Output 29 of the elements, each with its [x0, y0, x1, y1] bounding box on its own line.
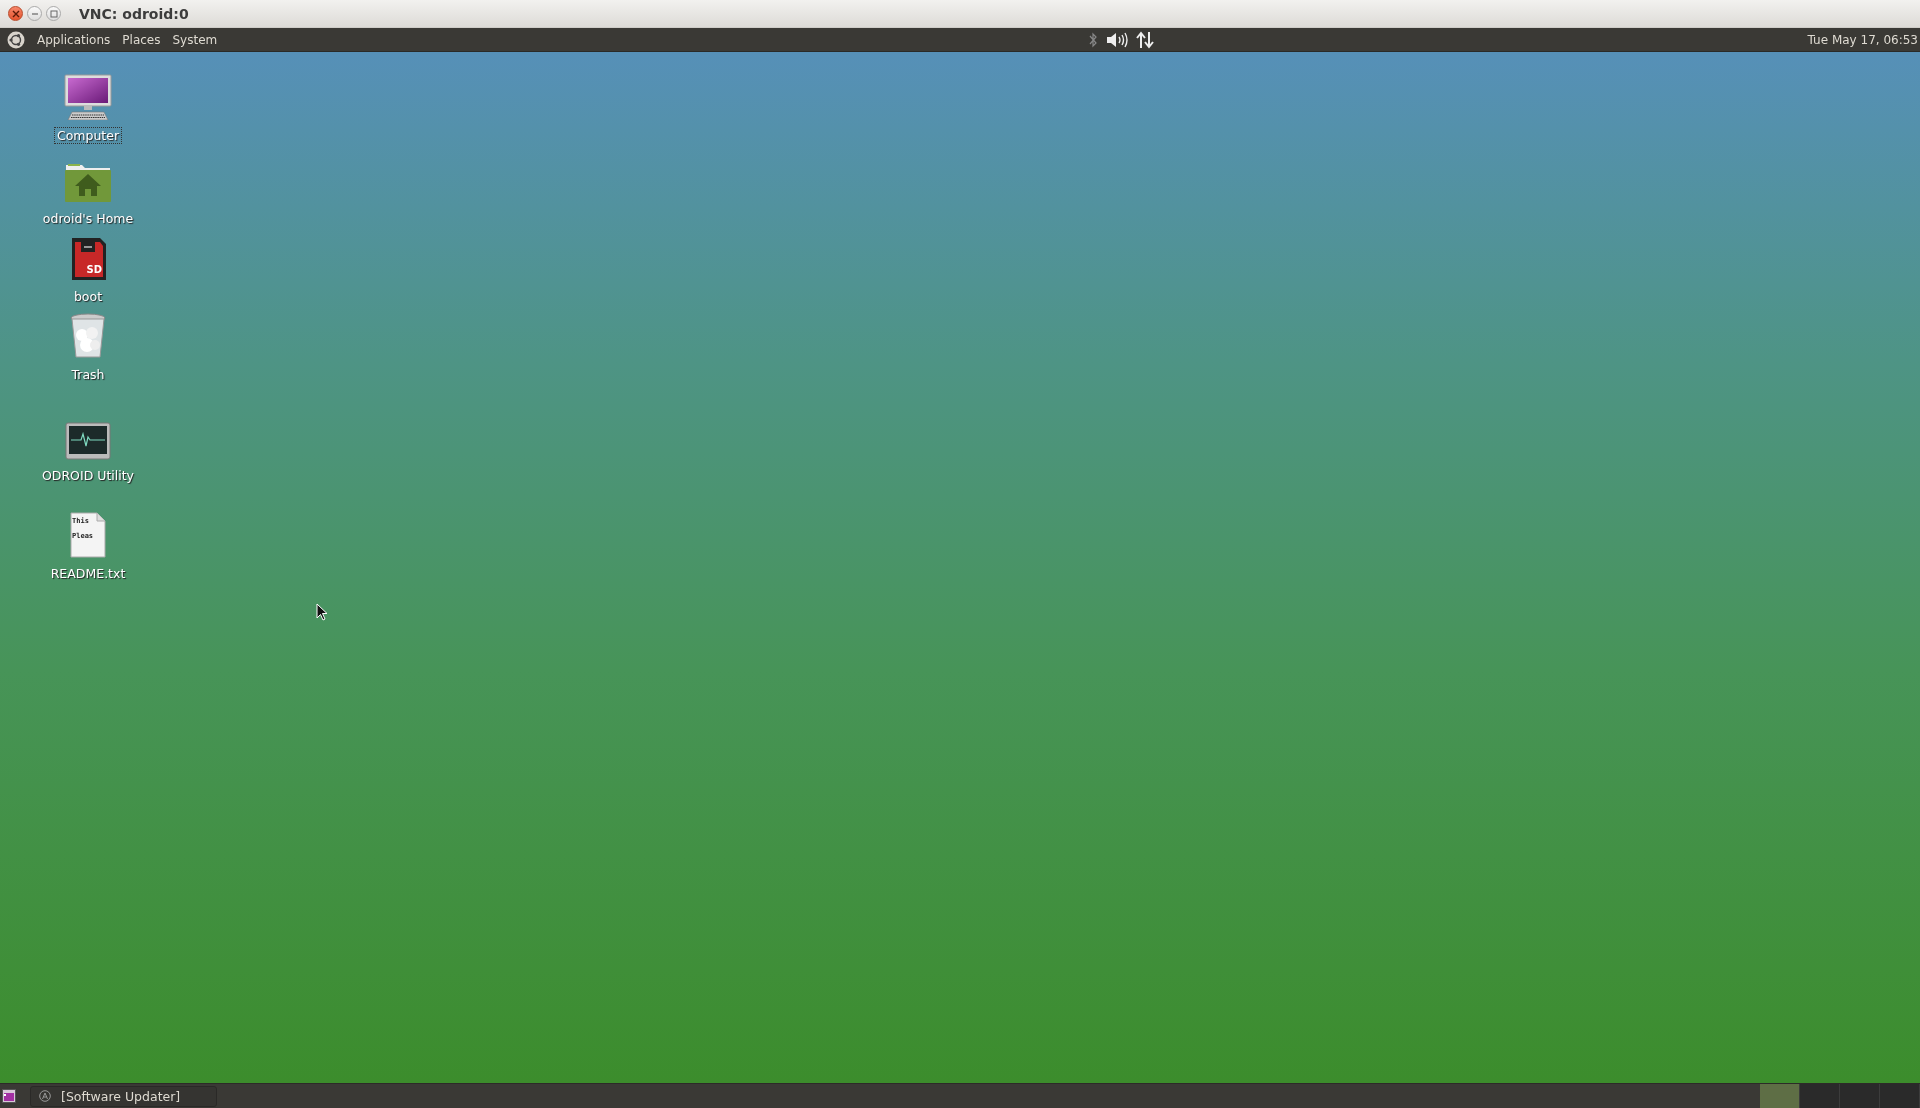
maximize-icon [49, 9, 58, 18]
mouse-pointer-icon [316, 603, 328, 621]
updater-icon [39, 1090, 51, 1102]
ubuntu-logo-icon[interactable] [7, 30, 25, 49]
close-icon [11, 9, 20, 18]
desktop-icon-label[interactable]: odroid's Home [39, 210, 137, 227]
trash-icon[interactable] [69, 313, 107, 359]
menu-item[interactable]: Places [117, 32, 166, 47]
desktop-icon-label[interactable]: Trash [68, 366, 108, 383]
menu-item[interactable]: System [167, 32, 223, 47]
close-button[interactable] [8, 6, 23, 21]
show-desktop-icon[interactable] [2, 1089, 16, 1103]
menu-item[interactable]: Applications [32, 32, 116, 47]
desktop-icon-label[interactable]: Computer [53, 127, 123, 144]
desktop-icon-label[interactable]: ODROID Utility [38, 467, 137, 484]
computer-icon[interactable] [64, 74, 112, 120]
desktop-icon-label[interactable]: README.txt [47, 565, 129, 582]
sd-card-label: SD [86, 265, 102, 275]
home-icon[interactable] [64, 161, 112, 203]
volume-icon[interactable] [1106, 32, 1128, 48]
sdcard-icon[interactable] [69, 237, 107, 281]
window-title: VNC: odroid:0 [79, 5, 189, 22]
network-arrows-icon[interactable] [1136, 31, 1154, 49]
textfile-icon[interactable] [69, 512, 107, 558]
clock[interactable]: Tue May 17, 06:53 [1807, 32, 1918, 47]
monitor-icon[interactable] [65, 422, 111, 460]
desktop-icon-label[interactable]: boot [70, 288, 106, 305]
taskbar-button[interactable]: [Software Updater] [30, 1085, 217, 1107]
bluetooth-icon[interactable] [1088, 32, 1098, 48]
